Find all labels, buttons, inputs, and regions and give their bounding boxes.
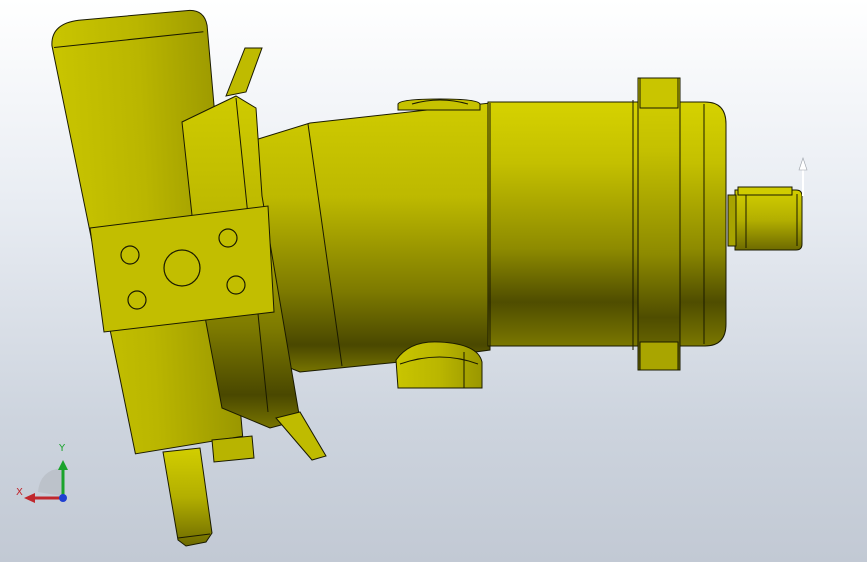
hydraulic-pump-model[interactable] <box>0 0 867 562</box>
bottom-port-boss <box>395 341 483 389</box>
normal-arrow-icon <box>798 157 808 196</box>
upper-fin <box>225 47 263 97</box>
triad-y-label: Y <box>59 443 66 454</box>
3d-viewport[interactable]: Y X <box>0 0 867 562</box>
lower-stub <box>211 435 255 463</box>
lower-fin <box>275 411 327 461</box>
port-plate-band <box>89 205 275 333</box>
shaft-key <box>737 186 793 196</box>
orientation-triad <box>24 460 68 503</box>
rear-housing <box>254 102 491 373</box>
mounting-flange <box>637 77 681 371</box>
lower-pin <box>162 447 213 547</box>
triad-x-label: X <box>16 487 23 498</box>
drive-shaft <box>734 189 803 251</box>
top-port-boss <box>397 98 481 111</box>
front-housing <box>487 101 727 347</box>
